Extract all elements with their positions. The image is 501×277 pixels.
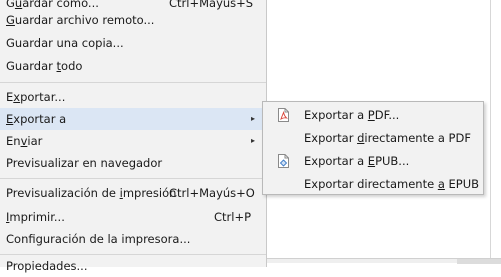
menu-item-label: Exportar a PDF... (304, 108, 400, 122)
pdf-file-icon (278, 108, 289, 122)
submenu-item-export-pdf-direct[interactable]: Exportar directamente a PDF (263, 127, 483, 149)
menu-item-label: Exportar directamente a PDF (304, 131, 471, 145)
menu-item-send[interactable]: Enviar ▸ (0, 130, 266, 152)
menu-item-properties[interactable]: Propiedades... (0, 255, 266, 277)
menu-item-export[interactable]: Exportar... (0, 86, 266, 108)
menu-item-label: Configuración de la impresora... (6, 232, 191, 246)
submenu-item-export-epub[interactable]: Exportar a EPUB... (263, 150, 483, 172)
menu-item-label: Exportar directamente a EPUB (304, 177, 480, 191)
menu-item-label: Guardar una copia... (6, 36, 124, 50)
export-as-submenu: Exportar a PDF... Exportar directamente … (262, 101, 484, 195)
menu-item-print[interactable]: Imprimir... Ctrl+P (0, 206, 266, 228)
menu-item-label: Exportar a (6, 112, 67, 126)
menu-separator (0, 82, 266, 83)
menu-item-label: Exportar... (6, 90, 66, 104)
menu-item-label: Enviar (6, 134, 43, 148)
menu-item-shortcut: Ctrl+P (214, 210, 252, 224)
menu-item-label: Imprimir... (6, 210, 65, 224)
menu-item-label: Propiedades... (6, 259, 88, 273)
menu-item-print-preview[interactable]: Previsualización de impresión Ctrl+Mayús… (0, 182, 266, 204)
menu-item-save-copy[interactable]: Guardar una copia... (0, 32, 266, 54)
menu-item-shortcut: Ctrl+Mayús+O (169, 186, 255, 200)
menu-item-save-all[interactable]: Guardar todo (0, 55, 266, 77)
menu-item-export-as[interactable]: Exportar a ▸ (0, 108, 266, 130)
submenu-arrow-icon: ▸ (251, 136, 256, 145)
menu-item-label: Exportar a EPUB... (304, 154, 410, 168)
file-menu: Guardar como... Ctrl+Mayús+S Guardar arc… (0, 0, 267, 273)
menu-item-label: Previsualización de impresión (6, 186, 177, 200)
submenu-item-export-pdf[interactable]: Exportar a PDF... (263, 104, 483, 126)
menu-item-preview-browser[interactable]: Previsualizar en navegador (0, 152, 266, 174)
menu-item-save-remote[interactable]: Guardar archivo remoto... (0, 9, 266, 31)
document-edge (490, 0, 491, 258)
submenu-arrow-icon: ▸ (251, 114, 256, 123)
menu-item-printer-settings[interactable]: Configuración de la impresora... (0, 228, 266, 250)
menu-item-label: Guardar todo (6, 59, 83, 73)
status-bar (267, 258, 501, 264)
menu-item-label: Previsualizar en navegador (6, 156, 163, 170)
menu-separator (0, 178, 266, 179)
submenu-item-export-epub-direct[interactable]: Exportar directamente a EPUB (263, 173, 483, 195)
menu-item-label: Guardar archivo remoto... (6, 13, 155, 27)
epub-file-icon (278, 154, 289, 168)
